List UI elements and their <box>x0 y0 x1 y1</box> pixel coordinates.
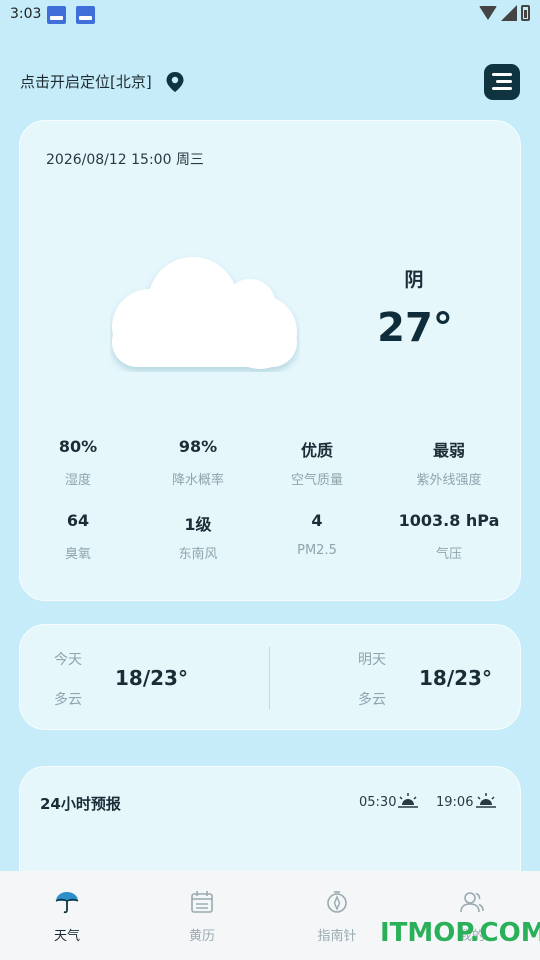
user-icon <box>460 892 484 913</box>
compass-icon <box>327 891 347 913</box>
today-label: 今天 <box>54 652 82 668</box>
stat-ozone: 64 臭氧 <box>20 511 136 562</box>
location-button[interactable]: 点击开启定位[北京] <box>20 71 152 92</box>
nav-label: 黄历 <box>188 929 215 944</box>
stat-value: 4 <box>311 511 323 530</box>
forecast-title: 24小时预报 <box>40 795 121 813</box>
status-bar: 3:03 <box>0 0 540 30</box>
today-temperature: 18/23° <box>115 666 188 690</box>
stat-value: 1级 <box>184 515 212 534</box>
stat-label: PM2.5 <box>297 543 337 558</box>
tomorrow-temperature: 18/23° <box>419 666 492 690</box>
menu-icon-bar <box>492 87 512 90</box>
stat-label: 臭氧 <box>64 547 91 562</box>
stat-value: 98% <box>178 437 218 456</box>
nav-label: 指南针 <box>317 929 357 944</box>
stat-label: 空气质量 <box>290 473 343 488</box>
calendar-icon <box>191 891 213 913</box>
stat-label: 东南风 <box>178 547 218 562</box>
sunset-time: 19:06 <box>436 795 474 810</box>
sunrise-time: 05:30 <box>359 795 397 810</box>
stat-precipitation: 98% 降水概率 <box>140 437 256 488</box>
nav-tab-almanac[interactable]: 黄历 <box>162 889 242 944</box>
status-time: 3:03 <box>10 6 42 22</box>
status-icons <box>479 5 530 21</box>
sunrise-icon <box>398 793 418 808</box>
menu-button[interactable] <box>484 64 520 100</box>
stat-value: 最弱 <box>432 441 465 460</box>
stat-uv: 最弱 紫外线强度 <box>391 437 507 488</box>
nav-tab-compass[interactable]: 指南针 <box>297 889 377 944</box>
cloud-icon <box>112 257 297 369</box>
battery-icon <box>521 5 530 21</box>
wifi-icon <box>479 6 497 20</box>
notification-app-icon <box>47 6 66 24</box>
tomorrow-condition: 多云 <box>358 692 386 708</box>
daily-summary-card: 今天 多云 18/23° 明天 多云 18/23° <box>19 624 521 730</box>
divider <box>269 647 270 709</box>
stat-value: 64 <box>66 511 90 530</box>
stat-wind: 1级 东南风 <box>140 511 256 562</box>
signal-icon <box>501 5 517 21</box>
stat-value: 80% <box>58 437 98 456</box>
stat-pressure: 1003.8 hPa 气压 <box>385 511 513 562</box>
watermark: ITMOP.COM <box>380 918 540 948</box>
menu-icon-bar <box>492 73 512 76</box>
weather-condition: 阴 <box>404 269 424 291</box>
stat-air-quality: 优质 空气质量 <box>259 437 375 488</box>
sunset-icon <box>476 793 496 808</box>
weather-datetime: 2026/08/12 15:00 周三 <box>46 152 204 168</box>
stat-value: 优质 <box>300 441 333 460</box>
stat-label: 紫外线强度 <box>416 473 482 488</box>
today-condition: 多云 <box>54 692 82 708</box>
stat-value: 1003.8 hPa <box>398 511 500 530</box>
stat-label: 降水概率 <box>171 473 224 488</box>
current-weather-card: 2026/08/12 15:00 周三 阴 27° 80% 湿度 98% 降水概… <box>19 120 521 601</box>
current-temperature: 27° <box>377 305 453 351</box>
notification-app-icon <box>76 6 95 24</box>
umbrella-icon <box>55 892 79 914</box>
location-pin-icon[interactable] <box>165 71 185 93</box>
nav-label: 天气 <box>53 929 80 944</box>
stat-label: 气压 <box>435 547 462 562</box>
tomorrow-label: 明天 <box>358 652 386 668</box>
stat-pm25: 4 PM2.5 <box>259 511 375 558</box>
stat-label: 湿度 <box>64 473 91 488</box>
menu-icon-bar <box>496 80 512 83</box>
nav-tab-weather[interactable]: 天气 <box>27 889 107 944</box>
stat-humidity: 80% 湿度 <box>20 437 136 488</box>
